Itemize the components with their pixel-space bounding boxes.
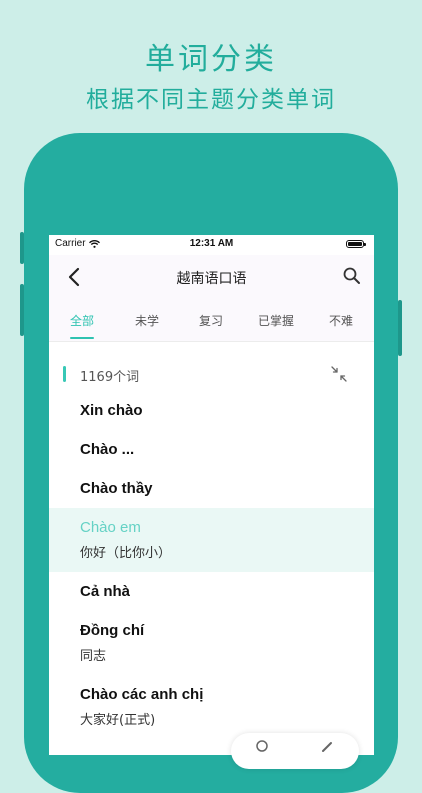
promo-subtitle: 根据不同主题分类单词 [86, 87, 336, 113]
search-icon[interactable] [255, 739, 271, 755]
floating-action-bar [231, 733, 359, 769]
word-chinese: 大家好(正式) [80, 713, 156, 728]
word-list: Xin chào Chào ... Chào thầy Chào em 你好（比… [49, 391, 374, 739]
word-count: 1169个词 [80, 370, 140, 385]
filter-tabs: 全部 未学 复习 已掌握 不难 [49, 299, 374, 342]
word-count-row: 1169个词 [49, 341, 374, 391]
page-title: 越南语口语 [176, 271, 247, 287]
collapse-arrows-icon[interactable] [330, 365, 348, 383]
word-vietnamese: Chào thầy [80, 480, 153, 497]
word-vietnamese: Đồng chí [80, 622, 145, 639]
tab-not-learned[interactable]: 未学 [135, 312, 159, 329]
word-vietnamese: Chào em [80, 519, 141, 536]
list-item[interactable]: Xin chào [49, 391, 374, 430]
tab-all[interactable]: 全部 [70, 312, 94, 329]
list-item[interactable]: Chào các anh chị 大家好(正式) [49, 675, 374, 739]
navigation-bar: 越南语口语 [49, 255, 374, 299]
tab-not-hard[interactable]: 不难 [329, 312, 353, 329]
tab-review[interactable]: 复习 [199, 312, 223, 329]
tab-mastered[interactable]: 已掌握 [258, 312, 294, 329]
list-item-selected[interactable]: Chào em 你好（比你小） [49, 508, 374, 572]
phone-side-button [20, 284, 24, 336]
phone-side-button [398, 300, 402, 356]
list-item[interactable]: Đồng chí 同志 [49, 611, 374, 675]
app-screen: Carrier 12:31 AM 越南语口语 全部 未学 复习 已掌握 不难 1… [49, 235, 374, 755]
word-vietnamese: Chào các anh chị [80, 686, 204, 703]
word-vietnamese: Chào ... [80, 441, 135, 458]
list-item[interactable]: Chào thầy [49, 469, 374, 508]
active-tab-indicator [70, 337, 94, 339]
search-icon[interactable] [342, 266, 362, 286]
list-item[interactable]: Chào ... [49, 430, 374, 469]
pencil-icon[interactable] [319, 739, 335, 755]
list-item[interactable]: Cả nhà [49, 572, 374, 611]
battery-icon [346, 240, 366, 248]
word-chinese: 同志 [80, 649, 107, 664]
word-chinese: 你好（比你小） [80, 546, 172, 561]
word-vietnamese: Xin chào [80, 402, 143, 419]
word-vietnamese: Cả nhà [80, 583, 131, 600]
phone-side-button [20, 232, 24, 264]
count-marker [63, 366, 66, 382]
status-bar: Carrier 12:31 AM [49, 235, 374, 255]
status-time: 12:31 AM [189, 238, 234, 249]
promo-title: 单词分类 [145, 42, 277, 77]
